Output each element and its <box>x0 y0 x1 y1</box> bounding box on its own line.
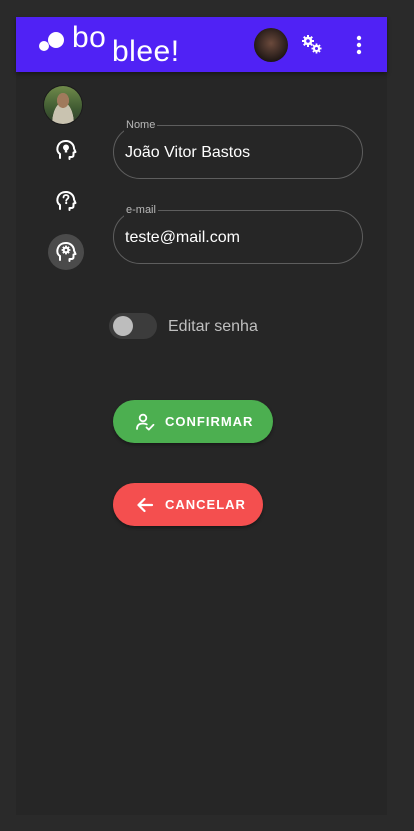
gear-head-icon <box>56 242 77 262</box>
name-field-value[interactable]: João Vitor Bastos <box>125 143 250 163</box>
cancel-label: CANCELAR <box>165 497 246 512</box>
person-check-icon <box>135 412 155 432</box>
lightbulb-head-icon <box>56 140 77 160</box>
sidebar <box>16 72 116 815</box>
logo-dot-large <box>48 32 64 48</box>
edit-password-toggle[interactable] <box>109 313 157 339</box>
sidebar-item-questions[interactable] <box>48 183 84 219</box>
toggle-thumb <box>113 316 133 336</box>
confirm-label: CONFIRMAR <box>165 414 254 429</box>
app-logo[interactable]: bo blee! <box>36 21 186 69</box>
edit-password-label: Editar senha <box>168 318 258 335</box>
user-avatar[interactable] <box>254 28 288 62</box>
name-field-label: Nome <box>124 118 158 132</box>
sidebar-item-settings[interactable] <box>48 234 84 270</box>
app-frame: bo blee! Nome João Vitor Bastos e-mail t… <box>16 17 387 815</box>
logo-text-blee: blee! <box>112 35 180 68</box>
email-field-label: e-mail <box>124 203 158 217</box>
name-field[interactable]: Nome João Vitor Bastos <box>113 118 363 179</box>
sidebar-avatar[interactable] <box>44 86 82 124</box>
question-head-icon <box>56 191 77 211</box>
email-field-value[interactable]: teste@mail.com <box>125 228 240 248</box>
sidebar-item-ideas[interactable] <box>48 132 84 168</box>
arrow-left-icon <box>135 495 155 515</box>
email-field[interactable]: e-mail teste@mail.com <box>113 203 363 264</box>
cancel-button[interactable]: CANCELAR <box>113 483 263 526</box>
gears-icon[interactable] <box>300 32 324 56</box>
logo-text-bo: bo <box>72 21 107 54</box>
more-vert-icon[interactable] <box>347 32 371 58</box>
app-bar: bo blee! <box>16 17 387 72</box>
confirm-button[interactable]: CONFIRMAR <box>113 400 273 443</box>
